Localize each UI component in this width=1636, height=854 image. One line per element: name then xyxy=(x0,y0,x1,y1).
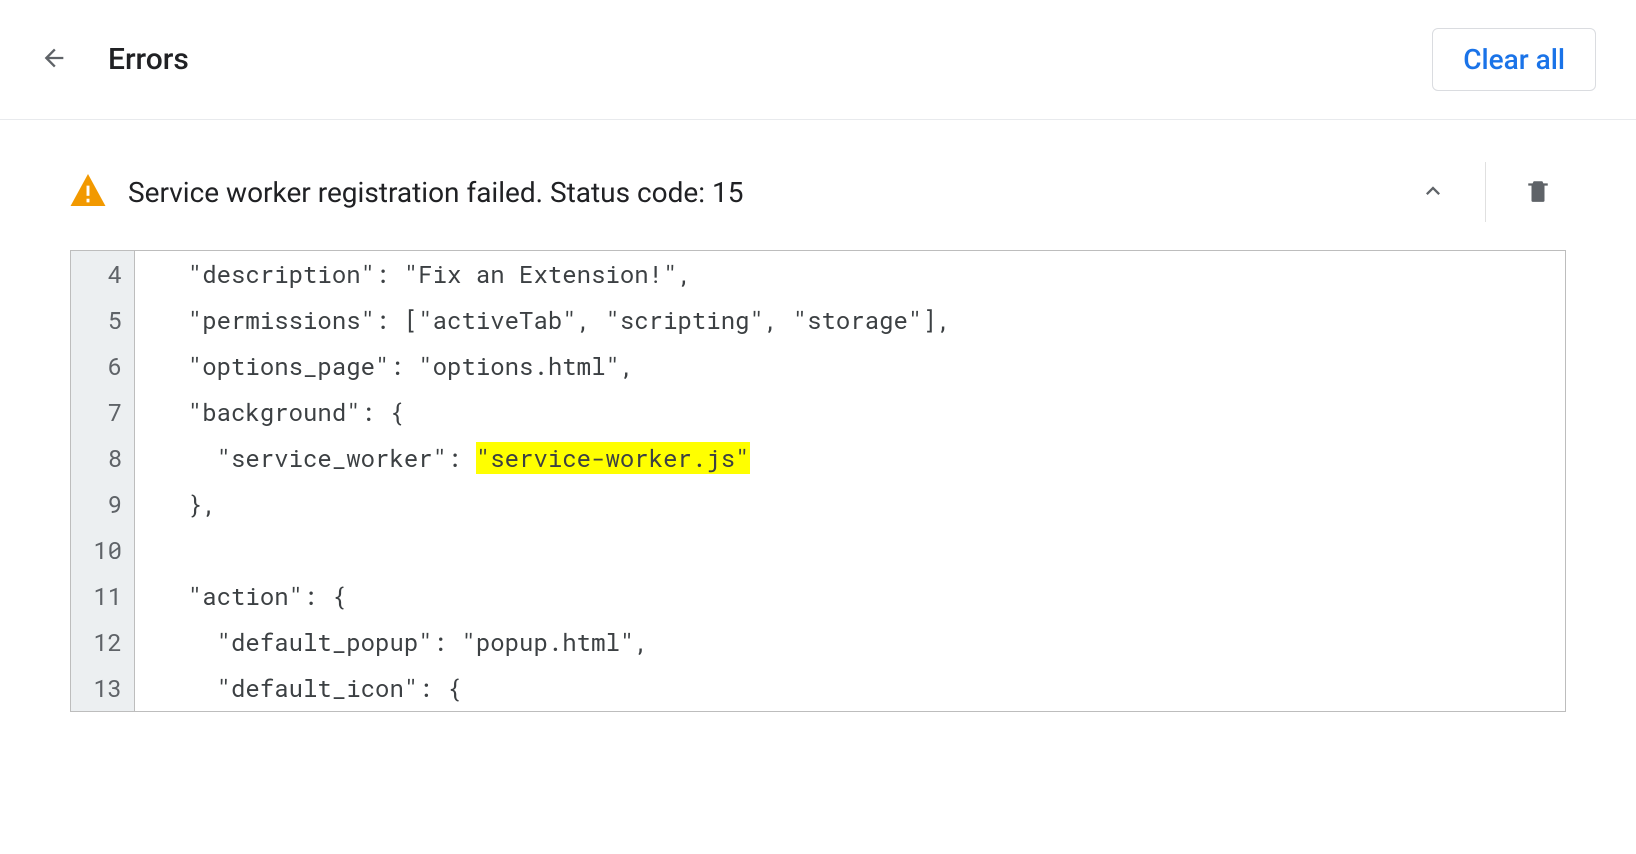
error-summary-row[interactable]: Service worker registration failed. Stat… xyxy=(70,144,1566,240)
line-content xyxy=(135,527,1565,573)
line-content: "action": { xyxy=(135,573,1565,619)
line-number: 11 xyxy=(71,573,135,619)
line-content: "default_popup": "popup.html", xyxy=(135,619,1565,665)
code-snippet: 4 "description": "Fix an Extension!",5 "… xyxy=(70,250,1566,712)
error-message: Service worker registration failed. Stat… xyxy=(128,176,1405,209)
trash-icon xyxy=(1525,178,1551,207)
code-line: 4 "description": "Fix an Extension!", xyxy=(71,251,1565,297)
delete-error-button[interactable] xyxy=(1510,164,1566,220)
code-line: 6 "options_page": "options.html", xyxy=(71,343,1565,389)
line-number: 8 xyxy=(71,435,135,481)
line-content: "permissions": ["activeTab", "scripting"… xyxy=(135,297,1565,343)
code-line: 9 }, xyxy=(71,481,1565,527)
chevron-up-icon xyxy=(1419,177,1447,208)
line-number: 6 xyxy=(71,343,135,389)
highlighted-token: "service-worker.js" xyxy=(476,442,750,474)
line-number: 4 xyxy=(71,251,135,297)
line-number: 13 xyxy=(71,665,135,711)
line-number: 5 xyxy=(71,297,135,343)
line-content: "service_worker": "service-worker.js" xyxy=(135,435,1565,481)
line-content: }, xyxy=(135,481,1565,527)
code-line: 13 "default_icon": { xyxy=(71,665,1565,711)
warning-icon xyxy=(70,174,106,210)
collapse-button[interactable] xyxy=(1405,164,1461,220)
vertical-divider xyxy=(1485,162,1486,222)
page-header: Errors Clear all xyxy=(0,0,1636,120)
code-line: 11 "action": { xyxy=(71,573,1565,619)
back-button[interactable] xyxy=(30,36,78,84)
line-content: "description": "Fix an Extension!", xyxy=(135,251,1565,297)
code-line: 10 xyxy=(71,527,1565,573)
code-line: 12 "default_popup": "popup.html", xyxy=(71,619,1565,665)
page-title: Errors xyxy=(108,42,1432,77)
clear-all-button[interactable]: Clear all xyxy=(1432,28,1596,91)
line-number: 9 xyxy=(71,481,135,527)
line-content: "options_page": "options.html", xyxy=(135,343,1565,389)
line-number: 12 xyxy=(71,619,135,665)
line-number: 10 xyxy=(71,527,135,573)
line-content: "background": { xyxy=(135,389,1565,435)
code-line: 7 "background": { xyxy=(71,389,1565,435)
code-line: 8 "service_worker": "service-worker.js" xyxy=(71,435,1565,481)
code-line: 5 "permissions": ["activeTab", "scriptin… xyxy=(71,297,1565,343)
line-number: 7 xyxy=(71,389,135,435)
line-content: "default_icon": { xyxy=(135,665,1565,711)
arrow-left-icon xyxy=(40,44,68,75)
